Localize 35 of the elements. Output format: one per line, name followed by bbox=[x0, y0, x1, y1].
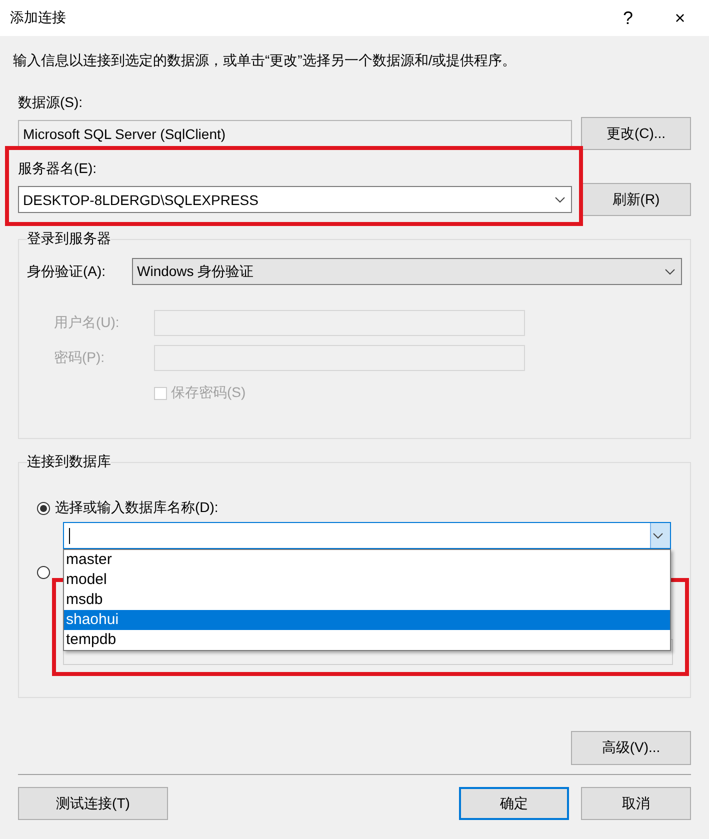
close-button[interactable]: × bbox=[657, 0, 703, 36]
field-label: 密码(P): bbox=[54, 349, 106, 367]
database-combo[interactable] bbox=[63, 522, 671, 549]
group-title: 连接到数据库 bbox=[27, 453, 111, 471]
checkbox-label: 保存密码(S) bbox=[171, 384, 246, 402]
radio-button[interactable] bbox=[37, 566, 50, 579]
list-item[interactable]: tempdb bbox=[64, 630, 670, 650]
field-label: 身份验证(A): bbox=[27, 262, 107, 280]
group-title: 登录到服务器 bbox=[27, 230, 111, 248]
field-label: 服务器名(E): bbox=[18, 160, 98, 178]
input-field[interactable] bbox=[154, 310, 525, 336]
advanced-button[interactable]: 高级(V)... bbox=[571, 731, 691, 765]
radio-button[interactable] bbox=[37, 502, 50, 514]
test-connection-button[interactable]: 测试连接(T) bbox=[18, 787, 168, 820]
instruction-text: 输入信息以连接到选定的数据源，或单击“更改”选择另一个数据源和/或提供程序。 bbox=[13, 52, 518, 70]
server-combo[interactable]: DESKTOP-8LDERGD\SQLEXPRESS bbox=[18, 186, 572, 213]
list-item[interactable]: master bbox=[64, 550, 670, 570]
list-item[interactable]: shaohui bbox=[64, 610, 670, 630]
change-button[interactable]: 更改(C)... bbox=[581, 117, 691, 150]
input-field[interactable] bbox=[154, 345, 525, 371]
refresh-button[interactable]: 刷新(R) bbox=[581, 183, 691, 216]
field-label: 数据源(S): bbox=[18, 94, 84, 112]
list-item[interactable]: model bbox=[64, 570, 670, 590]
radio-label: 选择或输入数据库名称(D): bbox=[55, 499, 218, 517]
help-button[interactable]: ? bbox=[605, 0, 651, 36]
authentication-combo[interactable]: Windows 身份验证 bbox=[132, 258, 682, 285]
chevron-icon bbox=[665, 268, 675, 274]
chevron-icon bbox=[652, 532, 662, 538]
window-title: 添加连接 bbox=[10, 9, 67, 27]
cancel-button[interactable]: 取消 bbox=[581, 787, 691, 820]
ok-button[interactable]: 确定 bbox=[459, 787, 569, 820]
chevron-icon bbox=[555, 196, 565, 202]
field-label: 用户名(U): bbox=[54, 314, 120, 332]
list-item[interactable]: msdb bbox=[64, 590, 670, 610]
data-source-field[interactable]: Microsoft SQL Server (SqlClient) bbox=[18, 120, 572, 147]
